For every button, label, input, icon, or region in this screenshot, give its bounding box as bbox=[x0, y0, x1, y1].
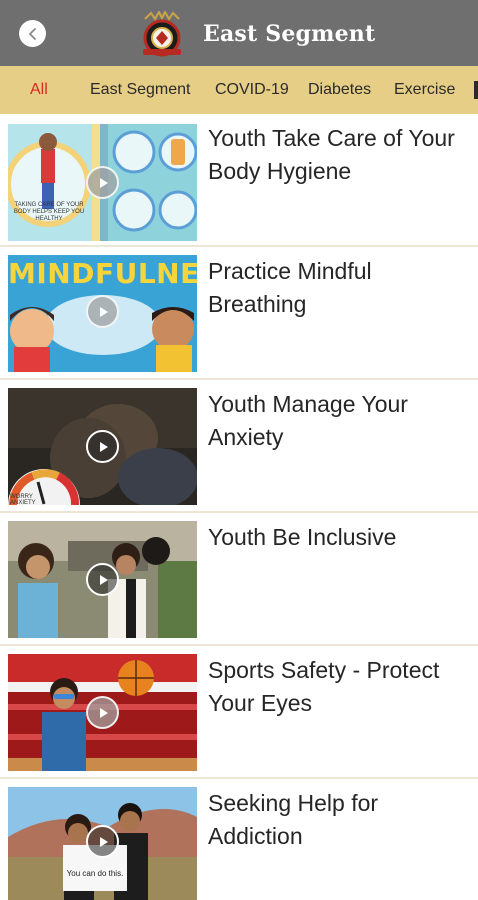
thumbnail-caption: TAKING CARE OF YOUR BODY HELPS KEEP YOU … bbox=[13, 202, 85, 222]
play-icon[interactable] bbox=[86, 696, 119, 729]
page-title: East Segment bbox=[203, 21, 376, 47]
video-thumbnail[interactable]: TAKING CARE OF YOUR BODY HELPS KEEP YOU … bbox=[8, 124, 197, 241]
video-thumbnail[interactable] bbox=[8, 521, 197, 638]
video-thumbnail[interactable] bbox=[8, 654, 197, 771]
video-title[interactable]: Youth Be Inclusive bbox=[208, 521, 473, 554]
back-button[interactable] bbox=[19, 20, 46, 47]
tab-overflow-indicator bbox=[474, 81, 478, 99]
thumbnail-caption: MINDFULNESS bbox=[8, 257, 197, 290]
video-item-sports-safety[interactable]: Sports Safety - Protect Your Eyes bbox=[0, 646, 478, 779]
video-title[interactable]: Seeking Help for Addiction bbox=[208, 787, 473, 853]
video-item-hygiene[interactable]: TAKING CARE OF YOUR BODY HELPS KEEP YOU … bbox=[0, 114, 478, 247]
video-title[interactable]: Youth Take Care of Your Body Hygiene bbox=[208, 122, 473, 188]
thumbnail-caption: You can do this. bbox=[66, 869, 124, 878]
video-item-addiction[interactable]: You can do this. Seeking Help for Addict… bbox=[0, 779, 478, 900]
play-icon[interactable] bbox=[86, 825, 119, 858]
tribal-seal-logo bbox=[143, 11, 181, 57]
video-title[interactable]: Practice Mindful Breathing bbox=[208, 255, 473, 321]
video-thumbnail[interactable]: MINDFULNESS bbox=[8, 255, 197, 372]
play-icon[interactable] bbox=[86, 166, 119, 199]
tab-east-segment[interactable]: East Segment bbox=[90, 81, 191, 99]
tab-covid-19[interactable]: COVID-19 bbox=[215, 81, 289, 99]
video-title[interactable]: Sports Safety - Protect Your Eyes bbox=[208, 654, 473, 720]
video-thumbnail[interactable]: WORRY ANXIETY bbox=[8, 388, 197, 505]
video-item-anxiety[interactable]: WORRY ANXIETY Youth Manage Your Anxiety bbox=[0, 380, 478, 513]
chevron-left-icon bbox=[28, 27, 36, 40]
play-icon[interactable] bbox=[86, 430, 119, 463]
video-title[interactable]: Youth Manage Your Anxiety bbox=[208, 388, 473, 454]
category-tab-bar: All East Segment COVID-19 Diabetes Exerc… bbox=[0, 66, 478, 114]
tab-exercise[interactable]: Exercise bbox=[394, 81, 455, 99]
tab-diabetes[interactable]: Diabetes bbox=[308, 81, 371, 99]
app-header: East Segment bbox=[0, 0, 478, 66]
play-icon[interactable] bbox=[86, 563, 119, 596]
play-icon[interactable] bbox=[86, 295, 119, 328]
thumbnail-caption: WORRY ANXIETY bbox=[10, 494, 36, 505]
video-item-inclusive[interactable]: Youth Be Inclusive bbox=[0, 513, 478, 646]
video-item-mindful-breathing[interactable]: MINDFULNESS Practice Mindful Breathing bbox=[0, 247, 478, 380]
tab-all[interactable]: All bbox=[30, 81, 48, 99]
video-thumbnail[interactable]: You can do this. bbox=[8, 787, 197, 900]
